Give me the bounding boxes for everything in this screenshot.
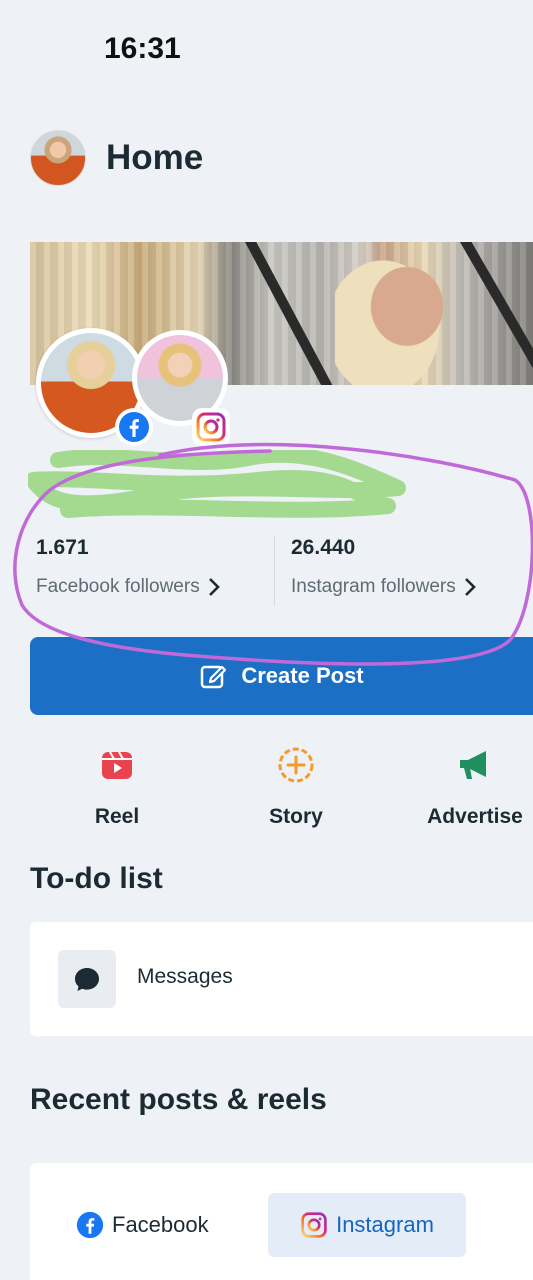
todo-messages-item[interactable]: Messages xyxy=(30,922,533,1036)
follower-stats: 1.671 Facebook followers 26.440 Instagra… xyxy=(36,536,516,606)
reel-label: Reel xyxy=(94,805,140,828)
advertise-label: Advertise xyxy=(427,805,523,828)
profile-avatar[interactable] xyxy=(30,130,86,186)
facebook-logo-icon xyxy=(115,408,153,446)
recent-posts-title: Recent posts & reels xyxy=(30,1083,327,1116)
create-post-button[interactable]: Create Post xyxy=(30,637,533,715)
instagram-logo-icon xyxy=(192,408,230,446)
facebook-followers-label: Facebook followers xyxy=(36,576,200,597)
instagram-followers-stat[interactable]: 26.440 Instagram followers xyxy=(291,536,476,598)
page-title: Home xyxy=(106,138,204,177)
messages-label: Messages xyxy=(137,965,233,988)
todo-list-title: To-do list xyxy=(30,862,163,895)
story-label: Story xyxy=(269,805,323,828)
create-post-label: Create Post xyxy=(241,663,364,688)
reel-icon xyxy=(102,751,132,779)
edit-icon xyxy=(201,665,227,689)
tab-instagram[interactable]: Instagram xyxy=(268,1193,466,1257)
facebook-followers-count: 1.671 xyxy=(36,536,89,559)
redaction-scribble xyxy=(28,450,406,518)
status-bar-time: 16:31 xyxy=(104,32,181,65)
page-header: Home xyxy=(30,130,203,186)
quick-actions: Reel Story Advertise xyxy=(0,745,533,835)
reel-action[interactable]: Reel xyxy=(47,745,187,829)
instagram-followers-label: Instagram followers xyxy=(291,576,456,597)
facebook-followers-stat[interactable]: 1.671 Facebook followers xyxy=(36,536,220,598)
story-action[interactable]: Story xyxy=(226,745,366,829)
tab-facebook-label: Facebook xyxy=(112,1212,209,1237)
tab-facebook[interactable]: Facebook xyxy=(76,1193,209,1257)
divider xyxy=(274,536,275,606)
instagram-followers-count: 26.440 xyxy=(291,536,356,559)
recent-posts-card: Facebook Instagram xyxy=(30,1163,533,1280)
instagram-logo-icon xyxy=(301,1212,327,1238)
mannequin-head xyxy=(335,242,455,385)
tab-instagram-label: Instagram xyxy=(336,1212,434,1237)
facebook-logo-icon xyxy=(76,1211,104,1239)
chevron-right-icon xyxy=(208,578,220,596)
advertise-action[interactable]: Advertise xyxy=(405,745,533,829)
chat-bubble-icon xyxy=(75,968,99,991)
megaphone-icon xyxy=(460,751,486,779)
chevron-right-icon xyxy=(464,578,476,596)
story-add-icon xyxy=(278,747,314,783)
